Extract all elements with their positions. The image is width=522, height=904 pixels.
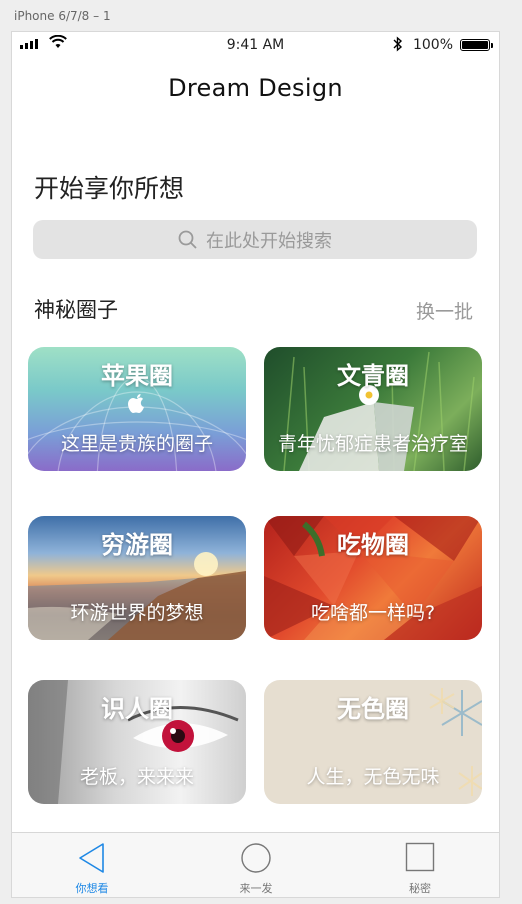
tab-label: 你想看: [75, 882, 109, 895]
headline: 开始享你所想: [34, 174, 185, 203]
tab-post[interactable]: 来一发: [196, 833, 316, 897]
card-title: 文青圈: [337, 362, 409, 390]
circle-card-people[interactable]: 识人圈 老板，来来来: [28, 680, 246, 804]
circle-card-colorless[interactable]: 无色圈 人生，无色无味: [264, 680, 482, 804]
tab-label: 来一发: [239, 882, 273, 895]
search-placeholder: 在此处开始搜索: [206, 230, 332, 252]
artboard-label: iPhone 6/7/8 – 1: [14, 9, 111, 23]
card-title: 吃物圈: [337, 531, 409, 559]
battery-icon: [460, 39, 493, 51]
refresh-button[interactable]: 换一批: [416, 297, 473, 324]
battery-percent: 100%: [412, 37, 453, 53]
tab-secret[interactable]: 秘密: [360, 833, 480, 897]
tab-label: 秘密: [409, 882, 431, 895]
card-subtitle: 吃啥都一样吗?: [310, 602, 436, 624]
status-bar: 9:41 AM 100%: [12, 32, 499, 58]
circle-card-apple[interactable]: 苹果圈 这里是贵族的圈子: [28, 347, 246, 471]
search-input[interactable]: 在此处开始搜索: [33, 220, 477, 259]
card-subtitle: 青年忧郁症患者治疗室: [277, 433, 468, 455]
card-title: 苹果圈: [101, 362, 173, 390]
card-subtitle: 这里是贵族的圈子: [60, 433, 213, 455]
card-subtitle: 环游世界的梦想: [70, 602, 204, 624]
circle-icon: [241, 843, 271, 873]
circle-card-travel[interactable]: 穷游圈 环游世界的梦想: [28, 516, 246, 640]
circle-card-literary[interactable]: 文青圈 青年忧郁症患者治疗室: [264, 347, 482, 471]
card-title: 识人圈: [101, 695, 173, 723]
card-title: 无色圈: [337, 695, 409, 723]
triangle-icon: [79, 843, 104, 873]
bluetooth-icon: [393, 36, 403, 52]
search-icon: [178, 230, 197, 249]
square-icon: [405, 842, 435, 872]
card-title: 穷游圈: [101, 531, 173, 559]
tab-bar: 你想看 来一发 秘密: [12, 832, 499, 897]
card-subtitle: 老板，来来来: [79, 766, 194, 788]
circle-card-food[interactable]: 吃物圈 吃啥都一样吗?: [264, 516, 482, 640]
page-title: Dream Design: [168, 74, 343, 102]
tab-watch[interactable]: 你想看: [32, 833, 152, 897]
section-title: 神秘圈子: [34, 298, 118, 322]
phone-screen: 9:41 AM 100% Dream Design 开始享你所想 在此处开始搜索…: [11, 31, 500, 898]
card-subtitle: 人生，无色无味: [306, 766, 440, 788]
apple-logo-icon: [128, 394, 144, 413]
